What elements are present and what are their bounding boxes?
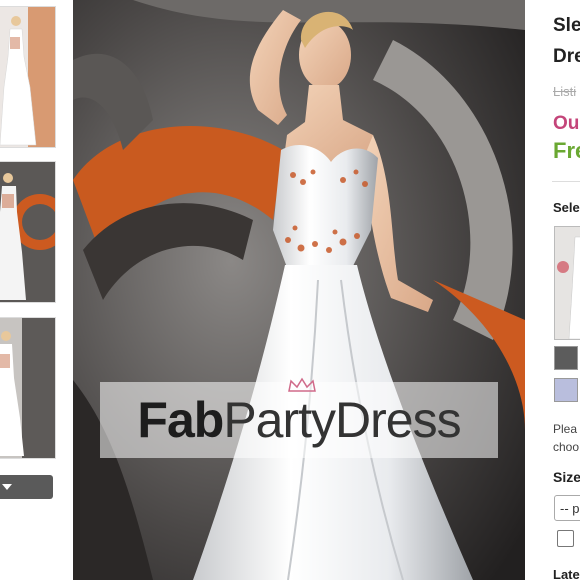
our-price: Our bbox=[553, 113, 580, 134]
watermark-party: Party bbox=[223, 392, 336, 448]
thumbnail-scroll-button[interactable] bbox=[0, 475, 53, 499]
color-swatch-grey[interactable] bbox=[554, 346, 578, 370]
thumbnail-strip bbox=[0, 0, 60, 580]
thumbnail-3-image bbox=[0, 318, 55, 458]
select-color-label: Sele bbox=[553, 200, 580, 215]
selected-color-preview[interactable] bbox=[554, 226, 580, 340]
chevron-down-icon bbox=[2, 484, 12, 490]
thumbnail-1-image bbox=[0, 7, 55, 147]
color-preview-image bbox=[555, 227, 580, 339]
free-shipping-label: Fre bbox=[553, 138, 580, 163]
thumbnail-3[interactable] bbox=[0, 317, 56, 459]
color-swatch-lavender[interactable] bbox=[554, 378, 578, 402]
crown-icon bbox=[288, 377, 317, 392]
product-title-line2: Dre bbox=[553, 46, 580, 67]
product-info-panel: Sle Dre Listi Our Fre Sele Plea choo Siz… bbox=[552, 0, 580, 580]
thumbnail-2-image bbox=[0, 162, 55, 302]
selection-note: Plea choo bbox=[553, 420, 580, 456]
dress-photo bbox=[73, 0, 525, 580]
note-line1: Plea bbox=[553, 422, 578, 436]
product-title-line1: Sle bbox=[553, 15, 580, 36]
thumbnail-2[interactable] bbox=[0, 161, 56, 303]
thumbnail-1[interactable] bbox=[0, 6, 56, 148]
watermark-dress: Dress bbox=[335, 392, 462, 448]
latest-label: Late bbox=[553, 567, 580, 580]
watermark-text: FabPartyDress bbox=[137, 377, 462, 449]
brand-watermark: FabPartyDress bbox=[100, 377, 498, 458]
product-title: Sle Dre bbox=[553, 10, 580, 72]
size-label: Size bbox=[553, 469, 580, 485]
option-checkbox[interactable] bbox=[557, 530, 574, 547]
divider bbox=[552, 181, 580, 182]
main-product-image[interactable]: FabPartyDress bbox=[73, 0, 525, 580]
watermark-fab: Fab bbox=[137, 392, 224, 448]
size-select[interactable]: -- p bbox=[554, 495, 580, 521]
note-line2: choo bbox=[553, 440, 580, 454]
list-price: Listi bbox=[553, 84, 577, 99]
